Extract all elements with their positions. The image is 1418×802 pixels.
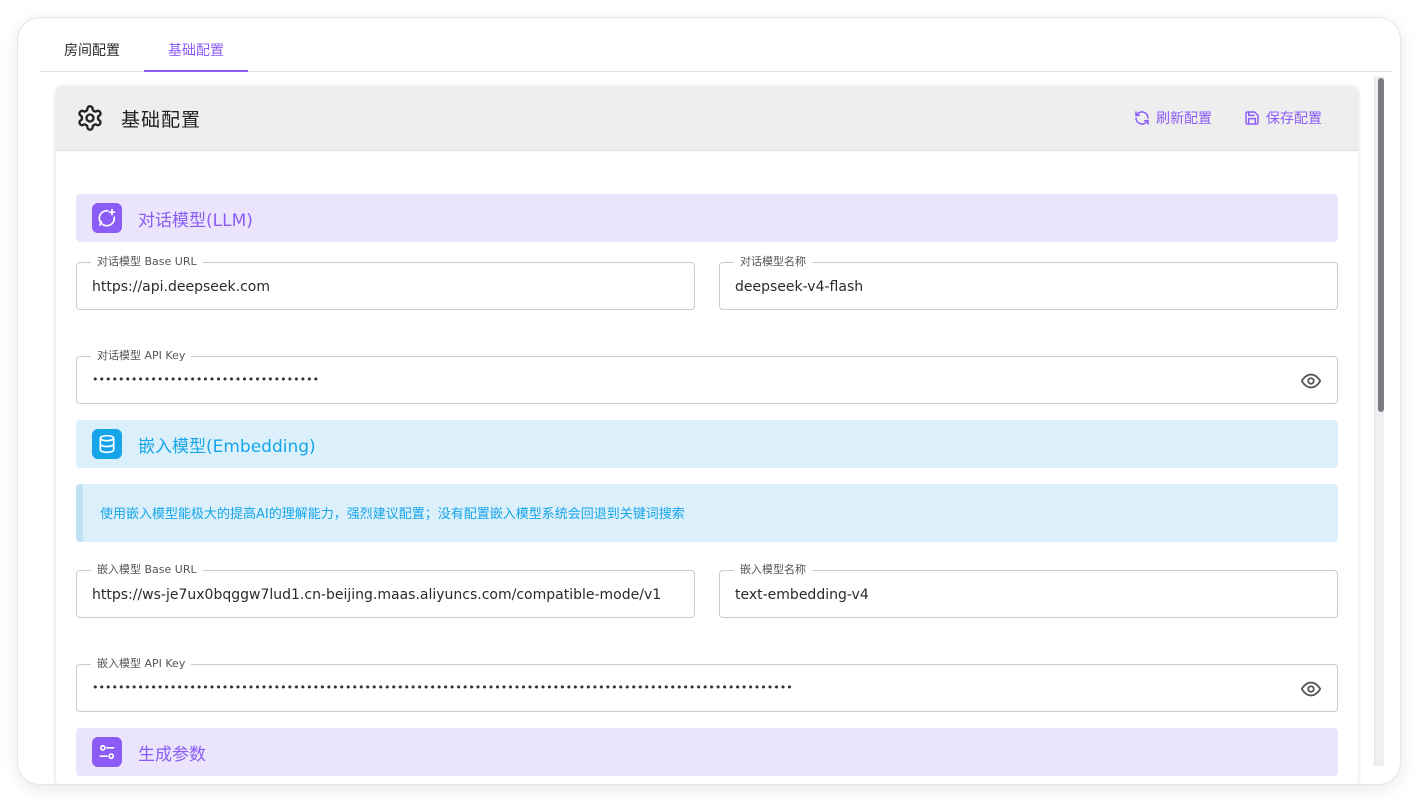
embedding-info-alert: 使用嵌入模型能极大的提高AI的理解能力，强烈建议配置；没有配置嵌入模型系统会回退… <box>76 484 1338 542</box>
save-config-label: 保存配置 <box>1266 111 1322 127</box>
page-title: 基础配置 <box>121 109 202 131</box>
gen-params-section-title: 生成参数 <box>138 745 206 765</box>
llm-model-name-value[interactable]: deepseek-v4-flash <box>735 277 1289 297</box>
embedding-info-text: 使用嵌入模型能极大的提高AI的理解能力，强烈建议配置；没有配置嵌入模型系统会回退… <box>100 507 685 522</box>
chat-sparkle-icon <box>92 203 122 233</box>
refresh-config-button[interactable]: 刷新配置 <box>1134 106 1212 130</box>
embedding-api-key-label: 嵌入模型 API Key <box>91 656 192 672</box>
llm-model-name-label: 对话模型名称 <box>734 254 812 270</box>
gear-icon <box>78 105 102 131</box>
embedding-base-url-value[interactable]: https://ws-je7ux0bqggw7lud1.cn-beijing.m… <box>92 585 682 605</box>
llm-section-title: 对话模型(LLM) <box>138 211 253 231</box>
save-icon <box>1245 111 1259 125</box>
save-config-button[interactable]: 保存配置 <box>1244 106 1322 130</box>
embedding-section-header: 嵌入模型(Embedding) <box>76 420 1338 468</box>
gen-params-section-header: 生成参数 <box>76 728 1338 776</box>
scrollbar[interactable] <box>1374 76 1384 766</box>
llm-section-header: 对话模型(LLM) <box>76 194 1338 242</box>
llm-base-url-value[interactable]: https://api.deepseek.com <box>92 277 646 297</box>
embedding-base-url-field[interactable]: 嵌入模型 Base URL https://ws-je7ux0bqggw7lud… <box>76 562 695 618</box>
card-header: 基础配置 刷新配置 保存配置 <box>56 86 1358 151</box>
llm-base-url-field[interactable]: 对话模型 Base URL https://api.deepseek.com <box>76 254 695 310</box>
llm-base-url-label: 对话模型 Base URL <box>91 254 203 270</box>
tab-basic-config[interactable]: 基础配置 <box>144 32 248 72</box>
embedding-model-name-value[interactable]: text-embedding-v4 <box>735 585 1289 605</box>
config-card: 基础配置 刷新配置 保存配置 对话模型(LLM) 对话模型 Base URL h… <box>56 86 1358 784</box>
embedding-section-title: 嵌入模型(Embedding) <box>138 437 316 457</box>
embedding-api-key-value[interactable]: ••••••••••••••••••••••••••••••••••••••••… <box>92 678 1289 698</box>
eye-icon[interactable] <box>1300 370 1322 392</box>
tab-room-config[interactable]: 房间配置 <box>40 32 144 72</box>
app-window: 房间配置 基础配置 基础配置 刷新配置 保存配置 对话模型(LLM) 对话模型 … <box>18 18 1400 784</box>
refresh-config-label: 刷新配置 <box>1156 111 1212 127</box>
sliders-icon <box>92 737 122 767</box>
embedding-model-name-field[interactable]: 嵌入模型名称 text-embedding-v4 <box>719 562 1338 618</box>
llm-model-name-field[interactable]: 对话模型名称 deepseek-v4-flash <box>719 254 1338 310</box>
llm-api-key-field[interactable]: 对话模型 API Key •••••••••••••••••••••••••••… <box>76 348 1338 404</box>
embedding-base-url-label: 嵌入模型 Base URL <box>91 562 203 578</box>
llm-api-key-value[interactable]: ••••••••••••••••••••••••••••••••••• <box>92 370 1289 390</box>
scrollbar-thumb[interactable] <box>1378 78 1384 412</box>
embedding-api-key-field[interactable]: 嵌入模型 API Key •••••••••••••••••••••••••••… <box>76 656 1338 712</box>
refresh-icon <box>1135 111 1149 125</box>
llm-api-key-label: 对话模型 API Key <box>91 348 192 364</box>
eye-icon[interactable] <box>1300 678 1322 700</box>
embedding-model-name-label: 嵌入模型名称 <box>734 562 812 578</box>
database-icon <box>92 429 122 459</box>
tab-bar: 房间配置 基础配置 <box>40 32 1392 72</box>
